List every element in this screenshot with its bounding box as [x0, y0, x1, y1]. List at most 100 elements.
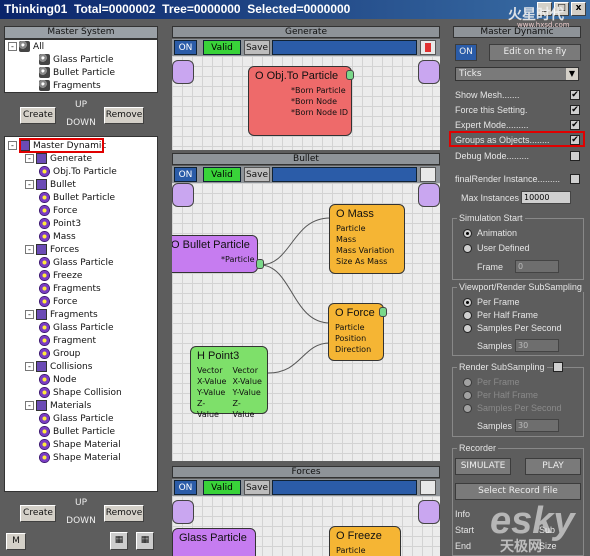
tree-node-item[interactable]: Freeze: [39, 270, 82, 283]
tree-node-item[interactable]: Bullet Particle: [39, 426, 115, 439]
m-button[interactable]: M: [6, 533, 26, 550]
tree-node-item[interactable]: Glass Particle: [39, 257, 113, 270]
tree-node-item[interactable]: Fragments: [39, 283, 101, 296]
output-pin[interactable]: [346, 70, 354, 80]
tree-node-item[interactable]: Fragment: [39, 335, 96, 348]
show-mesh-checkbox[interactable]: ✔: [570, 90, 580, 100]
forces-save-button[interactable]: Save: [244, 480, 270, 495]
render-samples-input[interactable]: 30: [515, 419, 559, 432]
remove-button[interactable]: Remove: [104, 107, 144, 124]
tree-node-item[interactable]: Mass: [39, 231, 76, 244]
per-frame-radio[interactable]: [463, 298, 472, 307]
collapse-icon[interactable]: -: [25, 180, 34, 189]
forces-valid-button[interactable]: Valid: [203, 480, 241, 495]
frame-input[interactable]: 0: [515, 260, 559, 273]
render-per-frame-radio[interactable]: [463, 378, 472, 387]
tree-node-item[interactable]: Obj.To Particle: [39, 166, 117, 179]
up-button[interactable]: UP: [66, 98, 96, 115]
tree-node-item[interactable]: Glass Particle: [39, 322, 113, 335]
tree-node-item[interactable]: Shape Material: [39, 452, 121, 465]
generate-color-swatch[interactable]: [420, 40, 436, 55]
animation-radio[interactable]: [463, 229, 472, 238]
tree-group-item[interactable]: - Materials: [25, 400, 91, 413]
tree-group-item[interactable]: - Collisions: [25, 361, 92, 374]
samples-per-second-radio[interactable]: [463, 324, 472, 333]
up-button-2[interactable]: UP: [66, 496, 96, 513]
create-button[interactable]: Create: [20, 107, 56, 124]
render-samples-per-second-radio[interactable]: [463, 404, 472, 413]
tree-item-glass-particle[interactable]: Glass Particle: [39, 54, 113, 67]
force-node[interactable]: O Force Particle Position Direction: [328, 303, 384, 361]
tree-root-all[interactable]: - All: [8, 41, 44, 54]
tree-item-bullet-particle[interactable]: Bullet Particle: [39, 67, 115, 80]
down-button-2[interactable]: DOWN: [64, 514, 98, 531]
generate-on-button[interactable]: ON: [174, 40, 197, 55]
output-pin[interactable]: [379, 307, 387, 317]
force-setting-checkbox[interactable]: ✔: [570, 105, 580, 115]
glass-particle-node[interactable]: Glass Particle: [172, 528, 256, 556]
collapse-icon[interactable]: -: [25, 154, 34, 163]
tree-node-item[interactable]: Group: [39, 348, 80, 361]
freeze-node[interactable]: O Freeze Particle: [329, 526, 401, 556]
collapse-icon[interactable]: -: [25, 310, 34, 319]
collapse-icon[interactable]: -: [8, 141, 17, 150]
collapse-icon[interactable]: -: [25, 245, 34, 254]
side-node[interactable]: [418, 500, 440, 524]
output-pin[interactable]: [256, 259, 264, 269]
per-half-frame-radio[interactable]: [463, 311, 472, 320]
tree-node-item[interactable]: Shape Material: [39, 439, 121, 452]
forces-on-button[interactable]: ON: [174, 480, 197, 495]
side-node[interactable]: [172, 183, 194, 207]
point3-node[interactable]: H Point3 Vector X-Value Y-Value Z-Value …: [190, 346, 268, 419]
collapse-icon[interactable]: -: [8, 42, 17, 51]
simulate-button[interactable]: SIMULATE: [455, 458, 511, 475]
samples-input[interactable]: 30: [515, 339, 559, 352]
bullet-grid-icon[interactable]: [420, 167, 436, 182]
generate-name-field[interactable]: [272, 40, 417, 55]
debug-mode-checkbox[interactable]: [570, 151, 580, 161]
mass-node[interactable]: O Mass Particle Mass Mass Variation Size…: [329, 204, 405, 274]
layout-icon[interactable]: ▦: [136, 532, 154, 550]
bullet-on-button[interactable]: ON: [174, 167, 197, 182]
render-per-half-frame-radio[interactable]: [463, 391, 472, 400]
tree-node-item[interactable]: Node: [39, 374, 77, 387]
render-subsampling-checkbox[interactable]: [553, 362, 563, 372]
create-button-2[interactable]: Create: [20, 505, 56, 522]
remove-button-2[interactable]: Remove: [104, 505, 144, 522]
tree-group-item[interactable]: - Bullet: [25, 179, 76, 192]
expert-mode-checkbox[interactable]: ✔: [570, 120, 580, 130]
bullet-valid-button[interactable]: Valid: [203, 167, 241, 182]
select-record-file-button[interactable]: Select Record File: [455, 483, 581, 500]
dynamic-on-button[interactable]: ON: [455, 44, 477, 61]
tree-group-item[interactable]: - Generate: [25, 153, 92, 166]
bullet-graph[interactable]: O Mass Particle Mass Mass Variation Size…: [172, 183, 440, 461]
generate-graph[interactable]: O Obj.To Particle *Born Particle *Born N…: [172, 56, 440, 150]
tree-node-item[interactable]: Shape Collision: [39, 387, 122, 400]
play-button[interactable]: PLAY: [525, 458, 581, 475]
forces-grid-icon[interactable]: [420, 480, 436, 495]
edit-on-the-fly-button[interactable]: Edit on the fly: [489, 44, 581, 61]
collapse-icon[interactable]: -: [25, 401, 34, 410]
generate-valid-button[interactable]: Valid: [203, 40, 241, 55]
tree-node-item[interactable]: Force: [39, 205, 77, 218]
side-node[interactable]: [418, 60, 440, 84]
forces-graph[interactable]: Glass Particle O Freeze Particle: [172, 496, 440, 556]
side-node[interactable]: [418, 183, 440, 207]
final-render-checkbox[interactable]: [570, 174, 580, 184]
down-button[interactable]: DOWN: [64, 116, 98, 133]
tree-node-item[interactable]: Glass Particle: [39, 413, 113, 426]
side-node[interactable]: [172, 500, 194, 524]
bullet-particle-node[interactable]: O Bullet Particle *Particle: [172, 235, 258, 273]
max-instances-input[interactable]: 10000: [521, 191, 571, 204]
user-defined-radio[interactable]: [463, 244, 472, 253]
close-button[interactable]: x: [571, 2, 586, 16]
tree-node-item[interactable]: Bullet Particle: [39, 192, 115, 205]
side-node[interactable]: [172, 60, 194, 84]
generate-save-button[interactable]: Save: [244, 40, 270, 55]
tree-item-fragments[interactable]: Fragments: [39, 80, 101, 93]
obj-to-particle-node[interactable]: O Obj.To Particle *Born Particle *Born N…: [248, 66, 352, 136]
bullet-save-button[interactable]: Save: [244, 167, 270, 182]
collapse-icon[interactable]: -: [25, 362, 34, 371]
tree-node-item[interactable]: Force: [39, 296, 77, 309]
forces-name-field[interactable]: [272, 480, 417, 495]
